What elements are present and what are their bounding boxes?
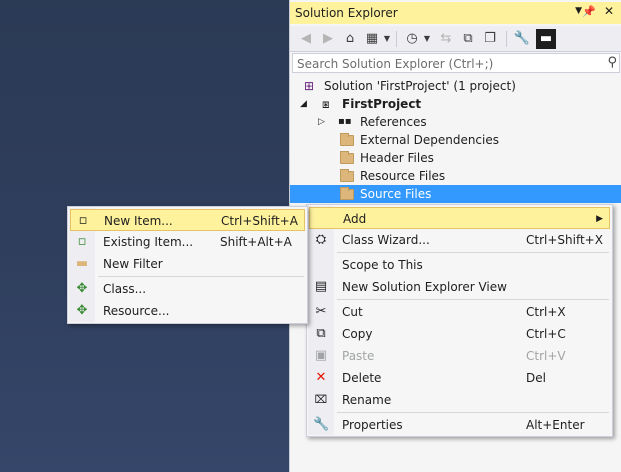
folder-icon bbox=[340, 151, 354, 164]
delete-icon: ✕ bbox=[315, 370, 327, 385]
copy-icon: ⧉ bbox=[316, 326, 326, 341]
new-filter-icon: ▬ bbox=[75, 256, 89, 271]
menu-item-shortcut: Ctrl+Shift+A bbox=[221, 214, 298, 228]
submenu-arrow-icon: ▶ bbox=[596, 214, 603, 224]
menu-item-class-wizard[interactable]: ⛭ Class Wizard... Ctrl+Shift+X bbox=[309, 229, 610, 251]
context-menu: Add ▶ ⛭ Class Wizard... Ctrl+Shift+X Sco… bbox=[306, 204, 613, 437]
menu-item-add[interactable]: Add ▶ bbox=[309, 207, 610, 229]
collapse-all-icon[interactable]: ⧉ bbox=[458, 29, 478, 49]
wrench-icon[interactable]: 🔧 bbox=[512, 29, 532, 49]
tree-item-label: Solution 'FirstProject' (1 project) bbox=[324, 79, 516, 93]
tree-item-external-dependencies[interactable]: External Dependencies bbox=[290, 131, 621, 149]
submenu-item-class[interactable]: ✥ Class... bbox=[70, 278, 305, 300]
solution-explorer-title-bar: Solution Explorer ▼ 📌 ✕ bbox=[290, 2, 621, 24]
folder-icon bbox=[340, 187, 354, 200]
menu-item-label: Class... bbox=[103, 282, 147, 296]
search-input[interactable]: Search Solution Explorer (Ctrl+;) bbox=[297, 57, 493, 71]
menu-item-copy[interactable]: ⧉ Copy Ctrl+C bbox=[309, 323, 610, 345]
menu-item-label: Cut bbox=[342, 305, 363, 319]
collapsed-arrow-icon[interactable]: ▷ bbox=[318, 113, 325, 131]
folder-icon bbox=[340, 169, 354, 182]
new-view-icon: ▤ bbox=[314, 279, 328, 294]
menu-item-properties[interactable]: 🔧 Properties Alt+Enter bbox=[309, 414, 610, 436]
references-icon: ▪▪ bbox=[338, 116, 352, 127]
menu-item-label: New Solution Explorer View bbox=[342, 280, 507, 294]
existing-item-icon: ▫ bbox=[77, 234, 87, 249]
menu-item-paste[interactable]: ▣ Paste Ctrl+V bbox=[309, 345, 610, 367]
submenu-item-new-filter[interactable]: ▬ New Filter bbox=[70, 253, 305, 275]
menu-item-rename[interactable]: ⌧ Rename bbox=[309, 389, 610, 411]
add-submenu: ▫ New Item... Ctrl+Shift+A ▫ Existing It… bbox=[67, 206, 308, 324]
tree-item-resource-files[interactable]: Resource Files bbox=[290, 167, 621, 185]
solution-explorer-toolbar: ◀ ▶ ⌂ ▦ ▼ ◷ ▼ ⇆ ⧉ ❐ 🔧 ▬ bbox=[290, 26, 621, 52]
cut-icon: ✂ bbox=[315, 304, 327, 319]
class-wizard-icon: ⛭ bbox=[315, 232, 327, 247]
project-icon: ⧆ bbox=[322, 97, 330, 111]
new-item-icon: ▫ bbox=[78, 213, 88, 228]
rename-icon: ⌧ bbox=[314, 393, 328, 406]
menu-item-delete[interactable]: ✕ Delete Del bbox=[309, 367, 610, 389]
menu-item-label: Existing Item... bbox=[103, 235, 194, 249]
show-all-files-icon[interactable]: ❐ bbox=[480, 29, 500, 49]
search-box[interactable]: Search Solution Explorer (Ctrl+;) ⚲ bbox=[292, 53, 620, 73]
pin-icon[interactable]: 📌 bbox=[582, 5, 596, 18]
home-icon[interactable]: ⌂ bbox=[340, 29, 360, 49]
tree-item-label: References bbox=[360, 115, 427, 129]
tree-item-references[interactable]: ▷ ▪▪ References bbox=[290, 113, 621, 131]
menu-item-label: Paste bbox=[342, 349, 375, 363]
menu-item-shortcut: Del bbox=[526, 371, 546, 385]
solution-icon: ⊞ bbox=[304, 79, 315, 93]
menu-item-label: New Filter bbox=[103, 257, 163, 271]
menu-item-label: Properties bbox=[342, 418, 403, 432]
wrench-icon: 🔧 bbox=[313, 417, 330, 432]
search-icon[interactable]: ⚲ bbox=[607, 55, 617, 70]
menu-item-shortcut: Ctrl+Shift+X bbox=[526, 233, 603, 247]
switch-views-icon[interactable]: ▦ bbox=[362, 29, 382, 49]
menu-item-label: Class Wizard... bbox=[342, 233, 430, 247]
submenu-item-resource[interactable]: ✥ Resource... bbox=[70, 300, 305, 322]
chevron-down-icon[interactable]: ▼ bbox=[382, 29, 392, 49]
menu-item-label: Resource... bbox=[103, 304, 170, 318]
forward-icon[interactable]: ▶ bbox=[318, 29, 338, 49]
tree-item-label: Header Files bbox=[360, 151, 434, 165]
resource-icon: ✥ bbox=[76, 303, 88, 318]
submenu-item-new-item[interactable]: ▫ New Item... Ctrl+Shift+A bbox=[70, 209, 305, 231]
chevron-down-icon[interactable]: ▼ bbox=[422, 29, 432, 49]
menu-item-label: Copy bbox=[342, 327, 373, 341]
menu-item-shortcut: Ctrl+C bbox=[526, 327, 566, 341]
paste-icon: ▣ bbox=[314, 348, 328, 363]
tree-item-project[interactable]: ◢ ⧆ FirstProject bbox=[290, 95, 621, 113]
tree-item-label: External Dependencies bbox=[360, 133, 500, 147]
class-icon: ✥ bbox=[76, 281, 88, 296]
tree-item-source-files[interactable]: Source Files bbox=[290, 185, 621, 203]
close-icon[interactable]: ✕ bbox=[604, 4, 614, 18]
tree-item-label: FirstProject bbox=[342, 97, 422, 111]
tree-item-header-files[interactable]: Header Files bbox=[290, 149, 621, 167]
submenu-item-existing-item[interactable]: ▫ Existing Item... Shift+Alt+A bbox=[70, 231, 305, 253]
menu-item-new-solution-explorer-view[interactable]: ▤ New Solution Explorer View bbox=[309, 276, 610, 298]
tree-item-label: Source Files bbox=[360, 187, 432, 201]
back-icon[interactable]: ◀ bbox=[296, 29, 316, 49]
external-deps-icon bbox=[340, 133, 354, 146]
menu-item-label: New Item... bbox=[104, 214, 173, 228]
menu-item-shortcut: Shift+Alt+A bbox=[220, 235, 292, 249]
menu-item-label: Rename bbox=[342, 393, 392, 407]
menu-item-cut[interactable]: ✂ Cut Ctrl+X bbox=[309, 301, 610, 323]
solution-explorer-title: Solution Explorer bbox=[295, 6, 398, 20]
menu-item-label: Delete bbox=[342, 371, 382, 385]
tree-item-solution[interactable]: ⊞ Solution 'FirstProject' (1 project) bbox=[290, 77, 621, 95]
menu-item-shortcut: Ctrl+V bbox=[526, 349, 566, 363]
expanded-arrow-icon[interactable]: ◢ bbox=[300, 95, 307, 113]
menu-item-label: Add bbox=[343, 212, 367, 226]
window-position-dropdown-icon[interactable]: ▼ bbox=[575, 6, 582, 16]
menu-item-shortcut: Ctrl+X bbox=[526, 305, 566, 319]
menu-item-scope-to-this[interactable]: Scope to This bbox=[309, 254, 610, 276]
menu-item-shortcut: Alt+Enter bbox=[526, 418, 585, 432]
history-icon[interactable]: ◷ bbox=[402, 29, 422, 49]
preview-icon[interactable]: ▬ bbox=[536, 29, 556, 49]
tree-item-label: Resource Files bbox=[360, 169, 446, 183]
menu-item-label: Scope to This bbox=[342, 258, 423, 272]
sync-icon[interactable]: ⇆ bbox=[436, 29, 456, 49]
